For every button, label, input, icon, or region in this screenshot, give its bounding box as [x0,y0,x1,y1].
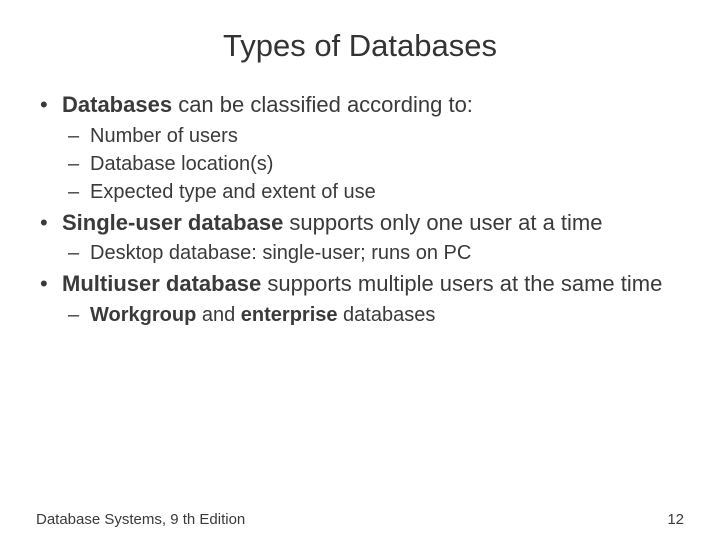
sub-bullet: Number of users [62,122,684,150]
page-number: 12 [667,511,684,528]
bullet-bold: Single-user database [62,210,283,235]
bullet-bold: Databases [62,92,172,117]
sub-text: databases [338,304,436,326]
sub-bullet: Desktop database: single-user; runs on P… [62,239,684,267]
bullet-text: can be classified according to: [172,92,473,117]
bullet-bold: Multiuser database [62,271,261,296]
sub-bullet: Expected type and extent of use [62,178,684,206]
sub-bullet: Database location(s) [62,150,684,178]
sub-bold: Workgroup [90,304,196,326]
sub-text: and [196,304,240,326]
sub-bullet: Workgroup and enterprise databases [62,301,684,329]
sub-bold: enterprise [241,304,338,326]
slide-body: Databases can be classified according to… [36,90,684,329]
bullet-multiuser: Multiuser database supports multiple use… [36,269,684,329]
bullet-text: supports only one user at a time [283,210,602,235]
slide-title: Types of Databases [36,28,684,64]
slide-footer: Database Systems, 9 th Edition 12 [36,511,684,528]
bullet-classification: Databases can be classified according to… [36,90,684,206]
bullet-single-user: Single-user database supports only one u… [36,208,684,268]
footer-source: Database Systems, 9 th Edition [36,511,245,528]
bullet-text: supports multiple users at the same time [261,271,662,296]
